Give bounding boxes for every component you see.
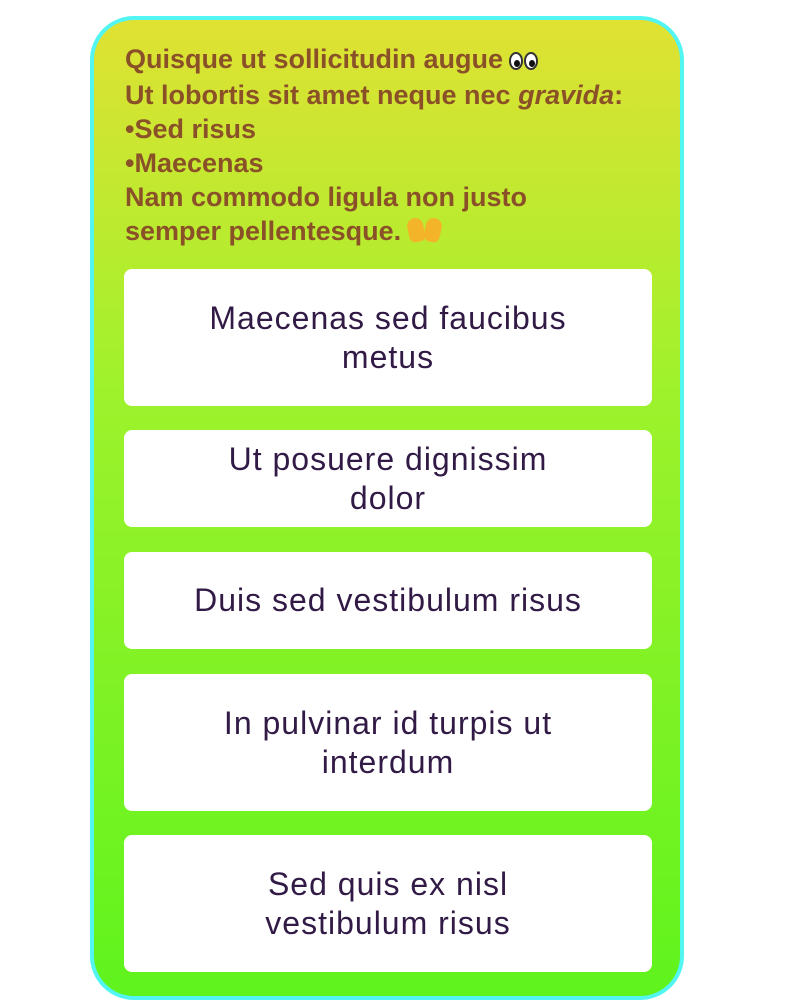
answer-option-4[interactable]: In pulvinar id turpis ut interdum <box>124 674 652 811</box>
question-text: Quisque ut sollicitudin augue Ut loborti… <box>125 42 665 248</box>
answer-option-3[interactable]: Duis sed vestibulum risus <box>124 552 652 649</box>
question-line-1: Quisque ut sollicitudin augue <box>125 42 665 78</box>
eyes-icon <box>509 44 539 78</box>
question-italic-word: gravida <box>518 80 615 110</box>
question-colon: : <box>614 80 624 110</box>
answer-option-1[interactable]: Maecenas sed faucibus metus <box>124 269 652 406</box>
question-line-2: Ut lobortis sit amet neque nec gravida: <box>125 78 665 112</box>
question-line-2-text: Ut lobortis sit amet neque nec <box>125 80 519 110</box>
question-line-6-text: semper pellentesque. <box>125 216 402 246</box>
question-line-5: Nam commodo ligula non justo <box>125 182 528 212</box>
raising-hands-icon <box>405 216 444 244</box>
answer-option-2[interactable]: Ut posuere dignissim dolor <box>124 430 652 527</box>
quiz-card: Quisque ut sollicitudin augue Ut loborti… <box>90 16 684 1000</box>
bullet-item-1: •Sed risus <box>125 114 257 144</box>
question-line-6: semper pellentesque. <box>125 214 665 248</box>
answer-option-5[interactable]: Sed quis ex nisl vestibulum risus <box>124 835 652 972</box>
question-line-1-text: Quisque ut sollicitudin augue <box>125 44 504 74</box>
bullet-item-2: •Maecenas <box>125 148 264 178</box>
